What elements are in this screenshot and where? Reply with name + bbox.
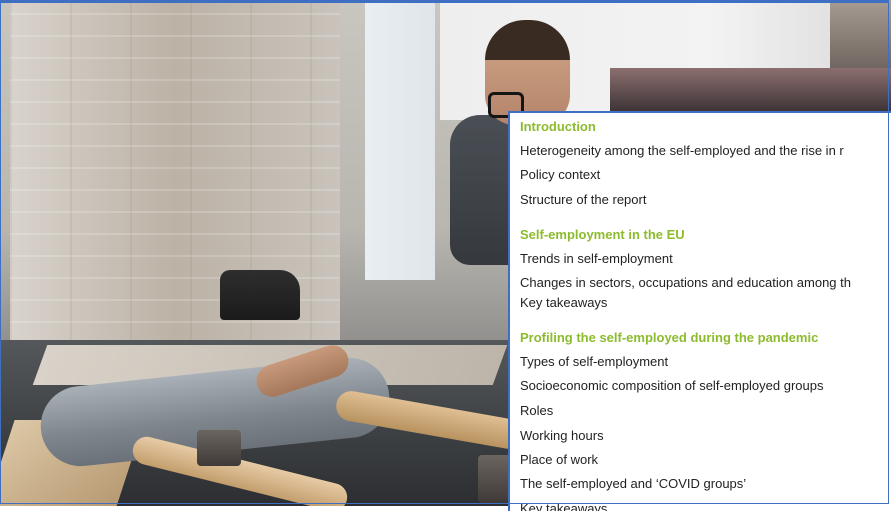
window-light bbox=[365, 0, 435, 280]
iron-weight-right bbox=[478, 455, 512, 503]
toc-section-self-employment[interactable]: Self-employment in the EU bbox=[520, 227, 685, 242]
toc-item[interactable]: Heterogeneity among the self-employed an… bbox=[520, 143, 844, 158]
toc-item[interactable]: Trends in self-employment bbox=[520, 251, 673, 266]
toc-item[interactable]: Roles bbox=[520, 403, 553, 418]
toc-item[interactable]: Socioeconomic composition of self-employ… bbox=[520, 378, 824, 393]
sewing-machine bbox=[220, 270, 300, 320]
toc-item[interactable]: Types of self-employment bbox=[520, 354, 668, 369]
toc-item[interactable]: The self-employed and ‘COVID groups’ bbox=[520, 476, 746, 491]
shelf bbox=[610, 68, 891, 112]
toc-item[interactable]: Changes in sectors, occupations and educ… bbox=[520, 275, 851, 290]
toc-item[interactable]: Structure of the report bbox=[520, 192, 646, 207]
iron-weight bbox=[197, 430, 241, 466]
toc-section-introduction[interactable]: Introduction bbox=[520, 119, 596, 134]
toc-item[interactable]: Key takeaways bbox=[520, 295, 607, 310]
shelf-top bbox=[830, 0, 891, 70]
toc-item[interactable]: Place of work bbox=[520, 452, 598, 467]
table-of-contents: Introduction Heterogeneity among the sel… bbox=[508, 111, 891, 511]
toc-item[interactable]: Working hours bbox=[520, 428, 604, 443]
toc-section-profiling[interactable]: Profiling the self-employed during the p… bbox=[520, 330, 818, 345]
toc-item[interactable]: Key takeaways bbox=[520, 501, 607, 511]
toc-item[interactable]: Policy context bbox=[520, 167, 600, 182]
